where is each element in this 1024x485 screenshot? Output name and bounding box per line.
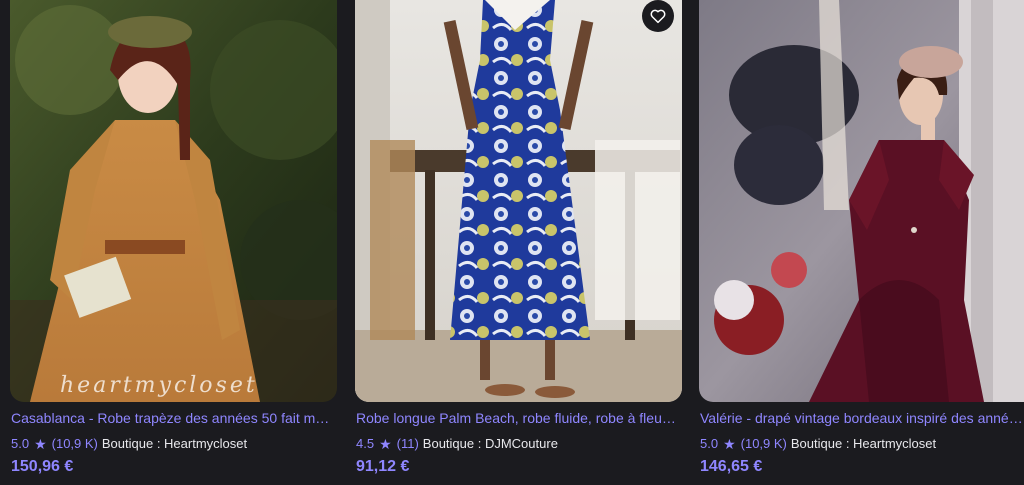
listing-image[interactable] (699, 0, 1024, 402)
shop-name[interactable]: Boutique : Heartmycloset (791, 436, 936, 452)
listing-image[interactable]: heartmycloset (10, 0, 337, 402)
listing-meta: 5.0 ★ (10,9 K) Boutique : Heartmycloset (700, 436, 936, 452)
rating-value: 5.0 (700, 436, 719, 451)
listing-price: 150,96 € (11, 458, 74, 475)
star-icon: ★ (379, 436, 392, 452)
listing-price: 146,65 € (700, 458, 763, 475)
listing-price: 91,12 € (356, 458, 410, 475)
favorite-button[interactable] (642, 0, 674, 32)
listing-card[interactable]: Robe longue Palm Beach, robe fluide, rob… (355, 0, 682, 485)
heart-outline-icon (649, 7, 667, 25)
listing-image[interactable] (355, 0, 682, 402)
shop-name[interactable]: Boutique : DJMCouture (423, 436, 558, 452)
shop-name[interactable]: Boutique : Heartmycloset (102, 436, 247, 452)
listing-title[interactable]: Casablanca - Robe trapèze des années 50 … (11, 410, 335, 427)
listing-card[interactable]: Valérie - drapé vintage bordeaux inspiré… (699, 0, 1024, 485)
rating-value: 4.5 (356, 436, 375, 451)
star-icon: ★ (34, 436, 47, 452)
listing-card[interactable]: heartmycloset Casablanca - Robe trapèze … (10, 0, 337, 485)
listing-meta: 4.5 ★ (11) Boutique : DJMCouture (356, 436, 558, 452)
listing-title[interactable]: Valérie - drapé vintage bordeaux inspiré… (700, 410, 1024, 427)
listing-title[interactable]: Robe longue Palm Beach, robe fluide, rob… (356, 410, 680, 427)
rating-value: 5.0 (11, 436, 30, 451)
listing-grid: heartmycloset Casablanca - Robe trapèze … (0, 0, 1024, 485)
watermark: heartmycloset (60, 373, 258, 398)
review-count: (11) (396, 436, 419, 451)
listing-meta: 5.0 ★ (10,9 K) Boutique : Heartmycloset (11, 436, 247, 452)
review-count: (10,9 K) (740, 436, 787, 451)
review-count: (10,9 K) (51, 436, 98, 451)
star-icon: ★ (723, 436, 736, 452)
